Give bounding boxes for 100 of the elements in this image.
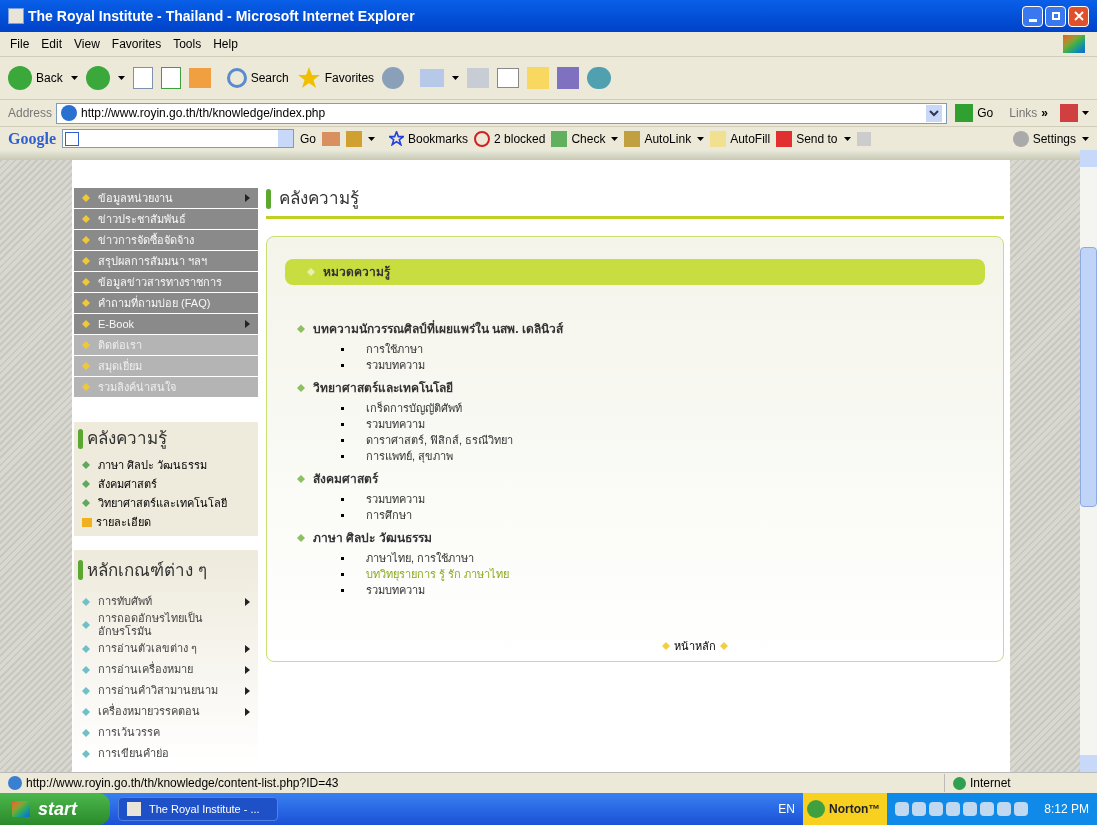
principle-link[interactable]: เครื่องหมายวรรคตอน [74, 701, 258, 722]
caret-icon[interactable] [697, 136, 705, 141]
menu-item[interactable]: Edit [35, 35, 69, 53]
principle-link[interactable]: การถอดอักษรไทยเป็นอักษรโรมัน [74, 612, 258, 638]
arrow-right-icon [245, 194, 250, 202]
menu-item[interactable]: Tools [167, 35, 208, 53]
bullet-icon [341, 514, 344, 517]
menu-item[interactable]: Help [207, 35, 244, 53]
article-link[interactable]: การศึกษา [366, 507, 412, 524]
language-indicator[interactable]: EN [778, 800, 795, 818]
edit-icon [497, 68, 520, 88]
go-button[interactable]: Go [951, 104, 998, 122]
principle-link[interactable]: การอ่านคำวิสามานยนาม [74, 680, 258, 701]
caret-icon[interactable] [1082, 111, 1089, 115]
section-title[interactable]: บทความนักวรรณศิลป์ที่เผยแพร่ใน นสพ. เดลินิวส์ [313, 319, 563, 338]
caret-icon[interactable] [117, 76, 125, 80]
google-search-field[interactable] [62, 129, 294, 148]
ie-page-icon [8, 8, 24, 24]
accent-bar-icon [266, 188, 271, 209]
knowledge-link[interactable]: สังคมศาสตร์ [74, 474, 258, 494]
diamond-icon [82, 194, 90, 202]
bullet-icon [341, 423, 344, 426]
chevron-label[interactable]: » [1041, 104, 1048, 122]
knowledge-link[interactable]: ภาษา ศิลปะ วัฒนธรรม [74, 455, 258, 475]
menu-item[interactable]: Favorites [105, 35, 168, 53]
home-link[interactable]: หน้าหลัก [674, 638, 716, 655]
caret-icon[interactable] [368, 136, 375, 141]
article-link[interactable]: รวมบทความ [366, 416, 425, 433]
caret-icon[interactable] [70, 76, 78, 80]
diamond-icon [82, 320, 90, 328]
article-link[interactable]: ดาราศาสตร์, ฟิสิกส์, ธรณีวิทยา [366, 432, 514, 449]
go-label[interactable]: Go [300, 129, 316, 148]
principle-link[interactable]: การอ่านตัวเลขต่าง ๆ [74, 638, 258, 659]
article-link[interactable]: รวมบทความ [366, 357, 425, 374]
links-label[interactable]: Links [1009, 104, 1038, 122]
accent-bar-icon [78, 560, 83, 581]
spellcheck-icon [551, 130, 568, 147]
check-button[interactable]: Check [551, 129, 606, 148]
diamond-icon [82, 278, 90, 286]
caret-icon[interactable] [843, 136, 851, 141]
menu-item[interactable]: File [4, 35, 36, 53]
dropdown-icon[interactable] [926, 104, 943, 122]
article-link[interactable]: รวมบทความ [366, 582, 425, 599]
principle-link[interactable]: การเว้นวรรค [74, 722, 258, 743]
favorites-button[interactable]: Favorites [296, 66, 375, 90]
settings-button[interactable]: Settings [1012, 129, 1076, 148]
globe-icon [953, 776, 966, 790]
article-link[interactable]: รวมบทความ [366, 491, 425, 508]
address-field[interactable]: http://www.royin.go.th/th/knowledge/index.php [56, 102, 948, 124]
section-title[interactable]: สังคมศาสตร์ [313, 469, 378, 488]
article-link[interactable]: การแพทย์, สุขภาพ [366, 448, 454, 465]
minimize-button[interactable] [1022, 5, 1043, 27]
norton-button[interactable]: Norton™ [803, 793, 887, 825]
page-icon [8, 776, 22, 790]
mail-icon [420, 69, 445, 87]
article-link[interactable]: เกร็ดการบัญญัติศัพท์ [366, 400, 462, 417]
restore-button[interactable] [1045, 5, 1066, 27]
section-title[interactable]: วิทยาศาสตร์และเทคโนโลยี [313, 378, 453, 397]
article-link[interactable]: ภาษาไทย, การใช้ภาษา [366, 550, 475, 567]
section-title[interactable]: ภาษา ศิลปะ วัฒนธรรม [313, 528, 432, 547]
diamond-icon [297, 383, 305, 392]
caret-icon[interactable] [452, 76, 460, 80]
diamond-icon [307, 267, 315, 276]
pdf-icon [1060, 104, 1078, 122]
diamond-icon [82, 383, 90, 391]
close-button[interactable] [1068, 5, 1089, 27]
diamond-icon [82, 621, 90, 629]
details-link[interactable]: รายละเอียด [74, 512, 258, 532]
autolink-button[interactable]: AutoLink [624, 129, 692, 148]
article-link[interactable]: การใช้ภาษา [366, 341, 423, 358]
arrow-right-icon [245, 320, 250, 328]
status-text: http://www.royin.go.th/th/knowledge/content-list.php?ID=43 [26, 775, 339, 792]
arrow-right-icon [245, 644, 250, 653]
send-to-button[interactable]: Send to [776, 129, 838, 148]
principle-link[interactable]: การทับศัพท์ [74, 591, 258, 612]
back-button[interactable]: Back [8, 66, 63, 90]
autofill-button[interactable]: AutoFill [710, 129, 771, 148]
diamond-icon [82, 728, 90, 737]
bookmarks-button[interactable]: Bookmarks [389, 129, 469, 148]
popup-blocker-button[interactable]: 2 blocked [474, 129, 546, 148]
address-label: Address [8, 105, 53, 122]
caret-icon[interactable] [1082, 136, 1089, 141]
caret-icon[interactable] [611, 136, 619, 141]
search-icon [226, 68, 247, 88]
taskbar-window-button[interactable]: The Royal Institute - ... [118, 797, 278, 821]
search-button[interactable]: Search [226, 68, 289, 88]
bullet-icon [341, 439, 344, 442]
principle-link[interactable]: การอ่านเครื่องหมาย [74, 659, 258, 680]
principle-link[interactable]: การเขียนคำย่อ [74, 743, 258, 764]
menu-item[interactable]: View [68, 35, 106, 53]
google-logo: Google [8, 128, 56, 150]
diamond-icon [297, 533, 305, 542]
bullet-icon [341, 364, 344, 367]
knowledge-link[interactable]: วิทยาศาสตร์และเทคโนโลยี [74, 493, 258, 513]
diamond-icon [82, 597, 90, 606]
home-icon [188, 68, 211, 88]
window-title: The Royal Institute - Thailand - Microsoft Internet Explorer [28, 6, 415, 26]
diamond-icon [82, 644, 90, 653]
diamond-icon [720, 642, 728, 651]
vertical-scrollbar[interactable] [1080, 150, 1097, 772]
